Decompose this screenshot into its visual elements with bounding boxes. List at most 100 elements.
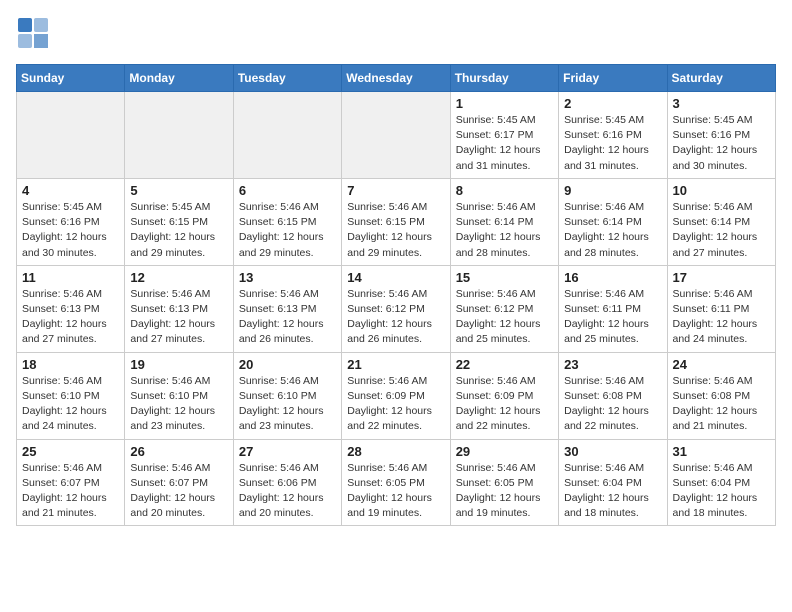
day-info: Sunrise: 5:46 AM Sunset: 6:11 PM Dayligh…: [673, 287, 770, 348]
day-number: 8: [456, 183, 553, 198]
calendar-cell: [17, 92, 125, 179]
weekday-header-thursday: Thursday: [450, 65, 558, 92]
day-info: Sunrise: 5:46 AM Sunset: 6:08 PM Dayligh…: [673, 374, 770, 435]
calendar-cell: 2 Sunrise: 5:45 AM Sunset: 6:16 PM Daylig…: [559, 92, 667, 179]
day-info: Sunrise: 5:46 AM Sunset: 6:10 PM Dayligh…: [130, 374, 227, 435]
day-number: 31: [673, 444, 770, 459]
week-row-2: 4Sunrise: 5:45 AM Sunset: 6:16 PM Daylig…: [17, 178, 776, 265]
calendar-cell: 1 Sunrise: 5:45 AM Sunset: 6:17 PM Daylig…: [450, 92, 558, 179]
calendar-cell: 19 Sunrise: 5:46 AM Sunset: 6:10 PM Dayli…: [125, 352, 233, 439]
weekday-header-tuesday: Tuesday: [233, 65, 341, 92]
week-row-3: 11 Sunrise: 5:46 AM Sunset: 6:13 PM Dayli…: [17, 265, 776, 352]
day-number: 21: [347, 357, 444, 372]
logo: [16, 16, 56, 52]
week-row-1: 1 Sunrise: 5:45 AM Sunset: 6:17 PM Daylig…: [17, 92, 776, 179]
day-number: 17: [673, 270, 770, 285]
calendar-cell: 4Sunrise: 5:45 AM Sunset: 6:16 PM Daylig…: [17, 178, 125, 265]
day-info: Sunrise: 5:46 AM Sunset: 6:12 PM Dayligh…: [347, 287, 444, 348]
day-info: Sunrise: 5:46 AM Sunset: 6:14 PM Dayligh…: [564, 200, 661, 261]
day-info: Sunrise: 5:46 AM Sunset: 6:13 PM Dayligh…: [130, 287, 227, 348]
calendar-cell: 5 Sunrise: 5:45 AM Sunset: 6:15 PM Daylig…: [125, 178, 233, 265]
calendar-cell: 30Sunrise: 5:46 AM Sunset: 6:04 PM Dayli…: [559, 439, 667, 526]
calendar-cell: 22 Sunrise: 5:46 AM Sunset: 6:09 PM Dayli…: [450, 352, 558, 439]
calendar-cell: 6 Sunrise: 5:46 AM Sunset: 6:15 PM Daylig…: [233, 178, 341, 265]
day-number: 29: [456, 444, 553, 459]
day-info: Sunrise: 5:46 AM Sunset: 6:15 PM Dayligh…: [239, 200, 336, 261]
weekday-header-wednesday: Wednesday: [342, 65, 450, 92]
calendar-cell: 11Sunrise: 5:46 AM Sunset: 6:13 PM Dayli…: [17, 265, 125, 352]
day-number: 4: [22, 183, 119, 198]
day-number: 1: [456, 96, 553, 111]
day-info: Sunrise: 5:45 AM Sunset: 6:17 PM Dayligh…: [456, 113, 553, 174]
calendar-cell: [125, 92, 233, 179]
day-info: Sunrise: 5:46 AM Sunset: 6:13 PM Dayligh…: [239, 287, 336, 348]
day-info: Sunrise: 5:46 AM Sunset: 6:09 PM Dayligh…: [347, 374, 444, 435]
day-number: 9: [564, 183, 661, 198]
day-number: 28: [347, 444, 444, 459]
calendar-cell: 28 Sunrise: 5:46 AM Sunset: 6:05 PM Dayli…: [342, 439, 450, 526]
day-info: Sunrise: 5:46 AM Sunset: 6:14 PM Dayligh…: [673, 200, 770, 261]
day-number: 2: [564, 96, 661, 111]
calendar-cell: 25 Sunrise: 5:46 AM Sunset: 6:07 PM Dayli…: [17, 439, 125, 526]
calendar-cell: 10 Sunrise: 5:46 AM Sunset: 6:14 PM Dayli…: [667, 178, 775, 265]
day-number: 22: [456, 357, 553, 372]
calendar-cell: 15 Sunrise: 5:46 AM Sunset: 6:12 PM Dayli…: [450, 265, 558, 352]
day-number: 14: [347, 270, 444, 285]
calendar-cell: [233, 92, 341, 179]
day-number: 12: [130, 270, 227, 285]
day-info: Sunrise: 5:46 AM Sunset: 6:05 PM Dayligh…: [456, 461, 553, 522]
day-number: 25: [22, 444, 119, 459]
calendar-cell: 18 Sunrise: 5:46 AM Sunset: 6:10 PM Dayli…: [17, 352, 125, 439]
day-number: 30: [564, 444, 661, 459]
day-number: 3: [673, 96, 770, 111]
day-number: 19: [130, 357, 227, 372]
weekday-header-row: SundayMondayTuesdayWednesdayThursdayFrid…: [17, 65, 776, 92]
week-row-4: 18 Sunrise: 5:46 AM Sunset: 6:10 PM Dayli…: [17, 352, 776, 439]
calendar-cell: 3 Sunrise: 5:45 AM Sunset: 6:16 PM Daylig…: [667, 92, 775, 179]
day-info: Sunrise: 5:46 AM Sunset: 6:12 PM Dayligh…: [456, 287, 553, 348]
calendar-cell: 17 Sunrise: 5:46 AM Sunset: 6:11 PM Dayli…: [667, 265, 775, 352]
calendar-cell: 23 Sunrise: 5:46 AM Sunset: 6:08 PM Dayli…: [559, 352, 667, 439]
calendar-cell: 16Sunrise: 5:46 AM Sunset: 6:11 PM Dayli…: [559, 265, 667, 352]
day-number: 6: [239, 183, 336, 198]
weekday-header-monday: Monday: [125, 65, 233, 92]
day-info: Sunrise: 5:46 AM Sunset: 6:04 PM Dayligh…: [673, 461, 770, 522]
calendar-cell: 21 Sunrise: 5:46 AM Sunset: 6:09 PM Dayli…: [342, 352, 450, 439]
day-number: 10: [673, 183, 770, 198]
day-number: 15: [456, 270, 553, 285]
day-number: 5: [130, 183, 227, 198]
day-number: 23: [564, 357, 661, 372]
logo-icon: [16, 16, 52, 52]
calendar-cell: 31 Sunrise: 5:46 AM Sunset: 6:04 PM Dayli…: [667, 439, 775, 526]
day-number: 27: [239, 444, 336, 459]
calendar-cell: 20Sunrise: 5:46 AM Sunset: 6:10 PM Dayli…: [233, 352, 341, 439]
calendar-cell: 13 Sunrise: 5:46 AM Sunset: 6:13 PM Dayli…: [233, 265, 341, 352]
day-number: 18: [22, 357, 119, 372]
day-info: Sunrise: 5:45 AM Sunset: 6:15 PM Dayligh…: [130, 200, 227, 261]
day-info: Sunrise: 5:46 AM Sunset: 6:05 PM Dayligh…: [347, 461, 444, 522]
week-row-5: 25 Sunrise: 5:46 AM Sunset: 6:07 PM Dayli…: [17, 439, 776, 526]
day-info: Sunrise: 5:46 AM Sunset: 6:10 PM Dayligh…: [239, 374, 336, 435]
day-info: Sunrise: 5:46 AM Sunset: 6:07 PM Dayligh…: [22, 461, 119, 522]
calendar-table: SundayMondayTuesdayWednesdayThursdayFrid…: [16, 64, 776, 526]
day-info: Sunrise: 5:45 AM Sunset: 6:16 PM Dayligh…: [673, 113, 770, 174]
day-info: Sunrise: 5:46 AM Sunset: 6:14 PM Dayligh…: [456, 200, 553, 261]
weekday-header-saturday: Saturday: [667, 65, 775, 92]
day-number: 13: [239, 270, 336, 285]
day-info: Sunrise: 5:46 AM Sunset: 6:07 PM Dayligh…: [130, 461, 227, 522]
calendar-cell: [342, 92, 450, 179]
calendar-cell: 26Sunrise: 5:46 AM Sunset: 6:07 PM Dayli…: [125, 439, 233, 526]
calendar-cell: 24Sunrise: 5:46 AM Sunset: 6:08 PM Dayli…: [667, 352, 775, 439]
day-info: Sunrise: 5:46 AM Sunset: 6:15 PM Dayligh…: [347, 200, 444, 261]
calendar-cell: 29 Sunrise: 5:46 AM Sunset: 6:05 PM Dayli…: [450, 439, 558, 526]
day-info: Sunrise: 5:46 AM Sunset: 6:10 PM Dayligh…: [22, 374, 119, 435]
calendar-cell: 27Sunrise: 5:46 AM Sunset: 6:06 PM Dayli…: [233, 439, 341, 526]
weekday-header-sunday: Sunday: [17, 65, 125, 92]
day-number: 16: [564, 270, 661, 285]
day-info: Sunrise: 5:45 AM Sunset: 6:16 PM Dayligh…: [564, 113, 661, 174]
calendar-cell: 14 Sunrise: 5:46 AM Sunset: 6:12 PM Dayli…: [342, 265, 450, 352]
day-number: 11: [22, 270, 119, 285]
day-number: 7: [347, 183, 444, 198]
day-info: Sunrise: 5:46 AM Sunset: 6:08 PM Dayligh…: [564, 374, 661, 435]
day-info: Sunrise: 5:46 AM Sunset: 6:09 PM Dayligh…: [456, 374, 553, 435]
